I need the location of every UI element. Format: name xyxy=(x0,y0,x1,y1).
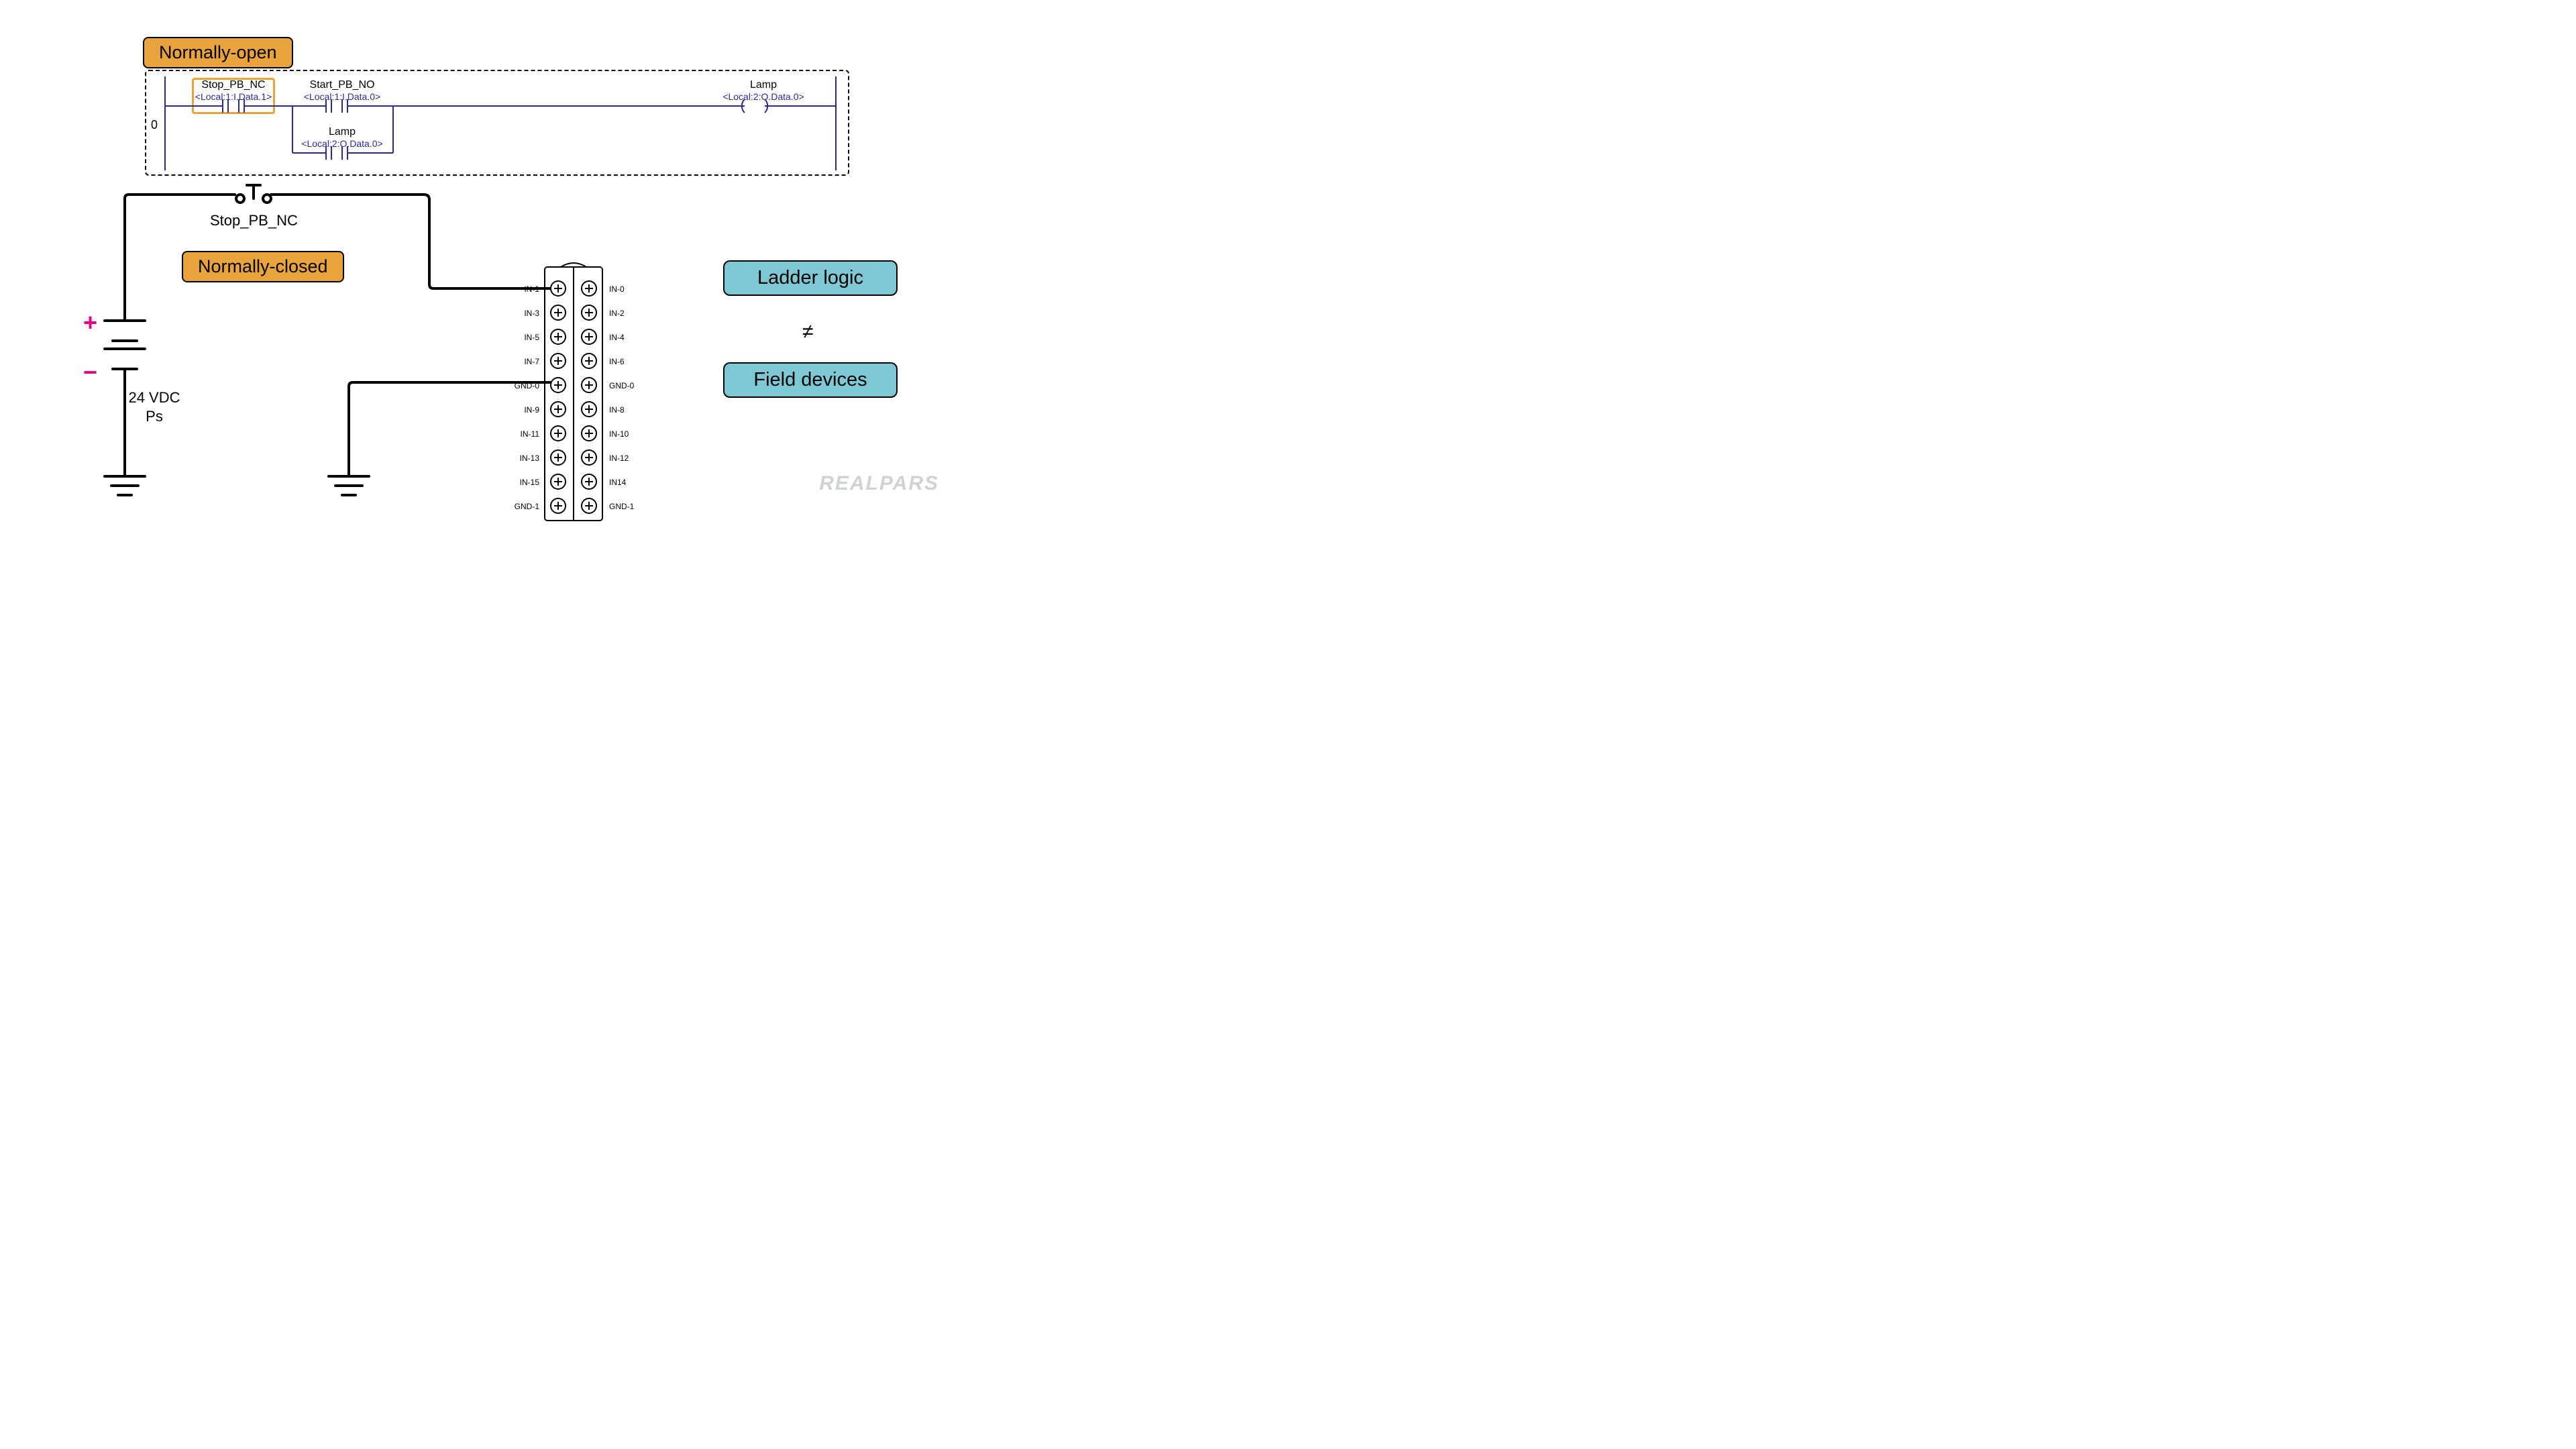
badge-field-devices: Field devices xyxy=(723,362,898,398)
term-in-14: IN14 xyxy=(609,478,626,487)
brand-logo: REALPARS xyxy=(819,472,939,495)
ps-minus-icon: − xyxy=(83,358,97,386)
badge-normally-open: Normally-open xyxy=(143,37,293,68)
term-in-11: IN-11 xyxy=(510,429,539,439)
term-in-6: IN-6 xyxy=(609,357,625,366)
badge-ladder-logic: Ladder logic xyxy=(723,260,898,296)
ladder-lamp-tag: Lamp xyxy=(716,79,810,91)
ladder-seal-addr: <Local:2:O.Data.0> xyxy=(295,138,389,149)
ladder-start-tag: Start_PB_NO xyxy=(295,79,389,91)
ladder-start-addr: <Local:1:I.Data.0> xyxy=(295,91,389,102)
term-in-9: IN-9 xyxy=(513,405,539,415)
term-gnd-0-l: GND-0 xyxy=(510,381,539,390)
term-in-10: IN-10 xyxy=(609,429,629,439)
term-in-2: IN-2 xyxy=(609,309,625,318)
term-in-12: IN-12 xyxy=(609,453,629,463)
ps-plus-icon: + xyxy=(83,309,97,337)
rung-number: 0 xyxy=(151,118,158,132)
badge-normally-closed: Normally-closed xyxy=(182,251,344,282)
switch-label: Stop_PB_NC xyxy=(210,212,298,229)
highlight-stop-contact xyxy=(192,78,275,114)
term-in-4: IN-4 xyxy=(609,333,625,342)
ladder-lamp-addr: <Local:2:O.Data.0> xyxy=(716,91,810,102)
term-in-8: IN-8 xyxy=(609,405,625,415)
term-gnd-1-r: GND-1 xyxy=(609,502,634,511)
term-in-1: IN-1 xyxy=(513,284,539,294)
term-in-13: IN-13 xyxy=(510,453,539,463)
ps-name-label: Ps xyxy=(121,408,188,425)
term-in-7: IN-7 xyxy=(513,357,539,366)
term-in-15: IN-15 xyxy=(510,478,539,487)
term-gnd-1-l: GND-1 xyxy=(508,502,539,511)
term-in-5: IN-5 xyxy=(513,333,539,342)
ps-voltage-label: 24 VDC xyxy=(121,389,188,407)
term-gnd-0-r: GND-0 xyxy=(609,381,634,390)
term-in-3: IN-3 xyxy=(513,309,539,318)
term-in-0: IN-0 xyxy=(609,284,625,294)
not-equal-symbol: ≠ xyxy=(802,321,813,343)
ladder-seal-tag: Lamp xyxy=(295,126,389,138)
